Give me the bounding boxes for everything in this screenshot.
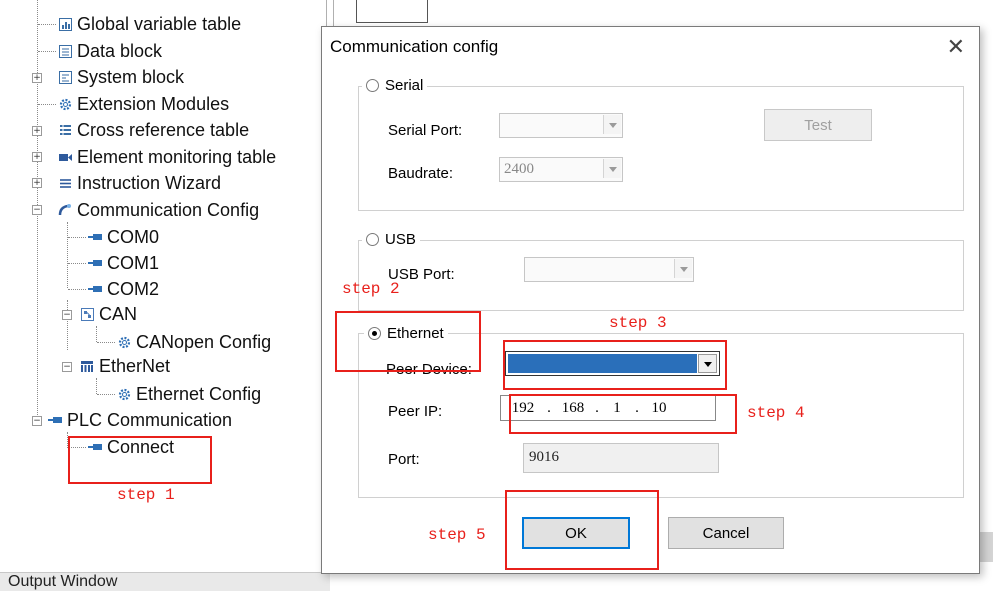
tree-item-global-variable-table[interactable]: Global variable table — [58, 12, 241, 36]
tree-item-system-block[interactable]: System block — [58, 65, 184, 89]
tree-item-cross-reference-table[interactable]: Cross reference table — [58, 118, 249, 142]
system-block-icon — [58, 70, 72, 84]
tree-item-extension-modules[interactable]: Extension Modules — [58, 92, 229, 116]
communication-config-dialog: Communication config ✕ Serial Serial Por… — [321, 26, 980, 574]
tree-item-can[interactable]: CAN — [80, 302, 137, 326]
collapse-toggle[interactable]: − — [62, 362, 72, 372]
serial-group — [358, 86, 964, 211]
radio-selected-icon — [368, 327, 381, 340]
chevron-down-icon — [603, 115, 621, 134]
radio-icon — [366, 233, 379, 246]
gear-icon — [58, 97, 72, 111]
can-network-icon — [80, 307, 94, 321]
baudrate-select[interactable]: 2400 — [499, 157, 623, 182]
expand-toggle[interactable]: + — [32, 178, 42, 188]
tree-connector — [67, 222, 68, 288]
peer-device-label: Peer Device: — [386, 361, 472, 378]
ip-octet: 10 — [651, 399, 667, 416]
cancel-button[interactable]: Cancel — [668, 517, 784, 549]
plug-icon — [88, 256, 102, 270]
gear-icon — [117, 387, 131, 401]
annotation-step2: step 2 — [342, 280, 400, 298]
tree-item-element-monitoring-table[interactable]: Element monitoring table — [58, 145, 276, 169]
tree-item-instruction-wizard[interactable]: Instruction Wizard — [58, 171, 221, 195]
expand-toggle[interactable]: + — [32, 73, 42, 83]
ok-button[interactable]: OK — [522, 517, 630, 549]
list-table-icon — [58, 123, 72, 137]
output-window-bar[interactable]: Output Window — [0, 572, 330, 591]
peer-ip-label: Peer IP: — [388, 403, 443, 420]
annotation-step5: step 5 — [428, 526, 486, 544]
tree-item-com2[interactable]: COM2 — [88, 277, 159, 301]
radio-icon — [366, 79, 379, 92]
plug-icon — [88, 282, 102, 296]
tree-connector — [67, 432, 68, 448]
editor-fragment — [356, 0, 428, 23]
ip-octet: 192 — [511, 399, 535, 416]
tree-connector — [96, 378, 97, 394]
annotation-step1: step 1 — [117, 486, 175, 504]
ip-dot: . — [595, 399, 599, 416]
gear-icon — [117, 335, 131, 349]
plug-icon — [48, 413, 62, 427]
tree-item-ethernet[interactable]: EtherNet — [80, 354, 170, 378]
plug-icon — [88, 230, 102, 244]
ip-dot: . — [635, 399, 639, 416]
table-chart-icon — [58, 17, 72, 31]
tree-item-connect[interactable]: Connect — [88, 435, 174, 459]
ethernet-radio[interactable]: Ethernet — [364, 325, 448, 342]
usb-radio[interactable]: USB — [362, 231, 420, 248]
serial-radio[interactable]: Serial — [362, 77, 428, 94]
usb-port-select[interactable] — [524, 257, 694, 282]
peer-device-select[interactable] — [505, 351, 720, 376]
chevron-down-icon — [603, 159, 621, 178]
tree-item-ethernet-config[interactable]: Ethernet Config — [117, 382, 261, 406]
serial-port-label: Serial Port: — [388, 122, 463, 139]
expand-toggle[interactable]: + — [32, 152, 42, 162]
port-field[interactable]: 9016 — [523, 443, 719, 473]
tree-item-communication-config[interactable]: Communication Config — [58, 198, 259, 222]
test-button[interactable]: Test — [764, 109, 872, 141]
tree-connector — [67, 300, 68, 350]
ip-octet: 168 — [561, 399, 585, 416]
chevron-down-icon — [698, 354, 717, 373]
monitor-icon — [58, 150, 72, 164]
communication-icon — [58, 203, 72, 217]
tree-item-com0[interactable]: COM0 — [88, 225, 159, 249]
output-window-label: Output Window — [8, 573, 118, 590]
collapse-toggle[interactable]: − — [32, 205, 42, 215]
wizard-lines-icon — [58, 176, 72, 190]
expand-toggle[interactable]: + — [32, 126, 42, 136]
ip-dot: . — [547, 399, 551, 416]
peer-ip-input[interactable]: 192 . 168 . 1 . 10 — [500, 395, 716, 421]
tree-item-plc-communication[interactable]: PLC Communication — [48, 408, 232, 432]
collapse-toggle[interactable]: − — [32, 416, 42, 426]
collapse-toggle[interactable]: − — [62, 310, 72, 320]
dialog-title: Communication config — [330, 37, 499, 56]
peer-device-selection — [508, 354, 697, 373]
annotation-step3: step 3 — [609, 314, 667, 332]
plug-icon — [88, 440, 102, 454]
baudrate-label: Baudrate: — [388, 165, 454, 182]
data-block-icon — [58, 44, 72, 58]
port-label: Port: — [388, 451, 420, 468]
chevron-down-icon — [674, 259, 692, 278]
tree-item-com1[interactable]: COM1 — [88, 251, 159, 275]
tree-connector — [96, 326, 97, 342]
tree-item-canopen-config[interactable]: CANopen Config — [117, 330, 271, 354]
close-icon[interactable]: ✕ — [947, 35, 965, 60]
annotation-step4: step 4 — [747, 404, 805, 422]
serial-port-select[interactable] — [499, 113, 623, 138]
ethernet-icon — [80, 359, 94, 373]
ip-octet: 1 — [613, 399, 621, 416]
tree-item-data-block[interactable]: Data block — [58, 39, 162, 63]
